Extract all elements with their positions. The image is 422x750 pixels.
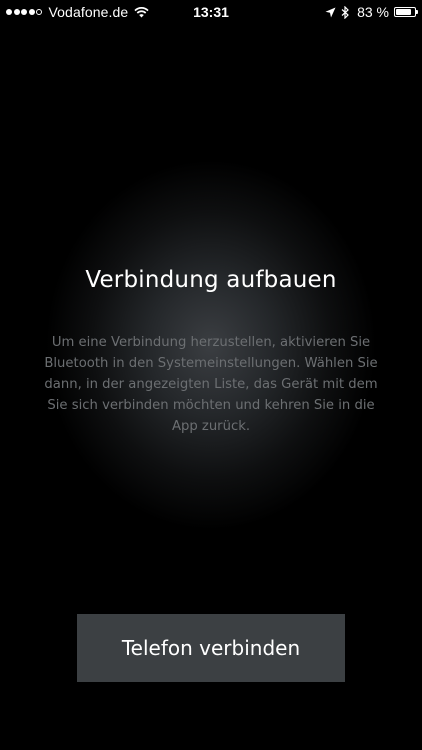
- status-bar-right: 83 %: [325, 4, 418, 20]
- connect-phone-button[interactable]: Telefon verbinden: [77, 614, 345, 682]
- page-title: Verbindung aufbauen: [85, 267, 337, 293]
- location-arrow-icon: [325, 7, 336, 17]
- bluetooth-icon: [341, 5, 349, 19]
- battery-level-fill: [396, 9, 411, 15]
- battery-cap: [416, 10, 418, 14]
- instructions-text: Um eine Verbindung herzustellen, aktivie…: [44, 335, 378, 434]
- battery-icon: [394, 7, 418, 17]
- connect-screen: Vodafone.de 13:31 83 % Verbindung aufbau…: [0, 0, 422, 750]
- battery-percentage: 83 %: [357, 4, 389, 20]
- status-bar: Vodafone.de 13:31 83 %: [0, 0, 422, 24]
